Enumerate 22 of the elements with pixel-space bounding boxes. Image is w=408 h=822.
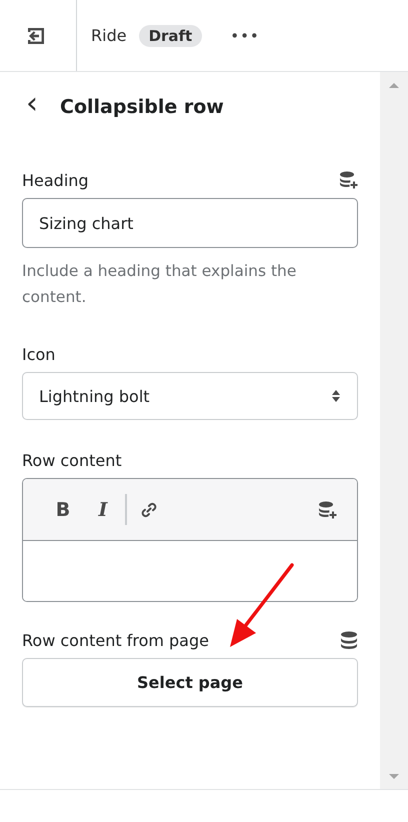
status-badge: Draft — [138, 24, 202, 46]
back-button[interactable]: ‹ — [22, 89, 42, 125]
field-label: Heading — [22, 170, 89, 190]
rich-text-editor[interactable]: B I — [22, 478, 358, 602]
select-field[interactable]: Lightning bolt — [22, 372, 358, 420]
field-label: Icon — [22, 344, 56, 364]
panel-title: Collapsible row — [60, 96, 224, 118]
text-field[interactable]: Sizing chart — [22, 198, 358, 248]
select-page-button[interactable]: Select page — [22, 658, 358, 707]
field-label: Row content from page — [22, 630, 209, 650]
help-text: Include a heading that explains the content. — [22, 261, 298, 308]
chevron-up-down-icon[interactable] — [331, 389, 341, 403]
scrollbar[interactable] — [380, 72, 408, 789]
theme-title: Ride — [91, 26, 127, 45]
database-plus-icon[interactable] — [318, 500, 337, 518]
database-icon[interactable] — [340, 631, 358, 649]
more-button[interactable]: ••• — [224, 26, 266, 44]
italic-button[interactable]: I — [83, 498, 123, 520]
exit-icon[interactable] — [25, 26, 47, 46]
field-label: Row content — [22, 450, 122, 470]
bold-button[interactable]: B — [43, 498, 83, 520]
database-plus-icon[interactable] — [339, 171, 358, 189]
